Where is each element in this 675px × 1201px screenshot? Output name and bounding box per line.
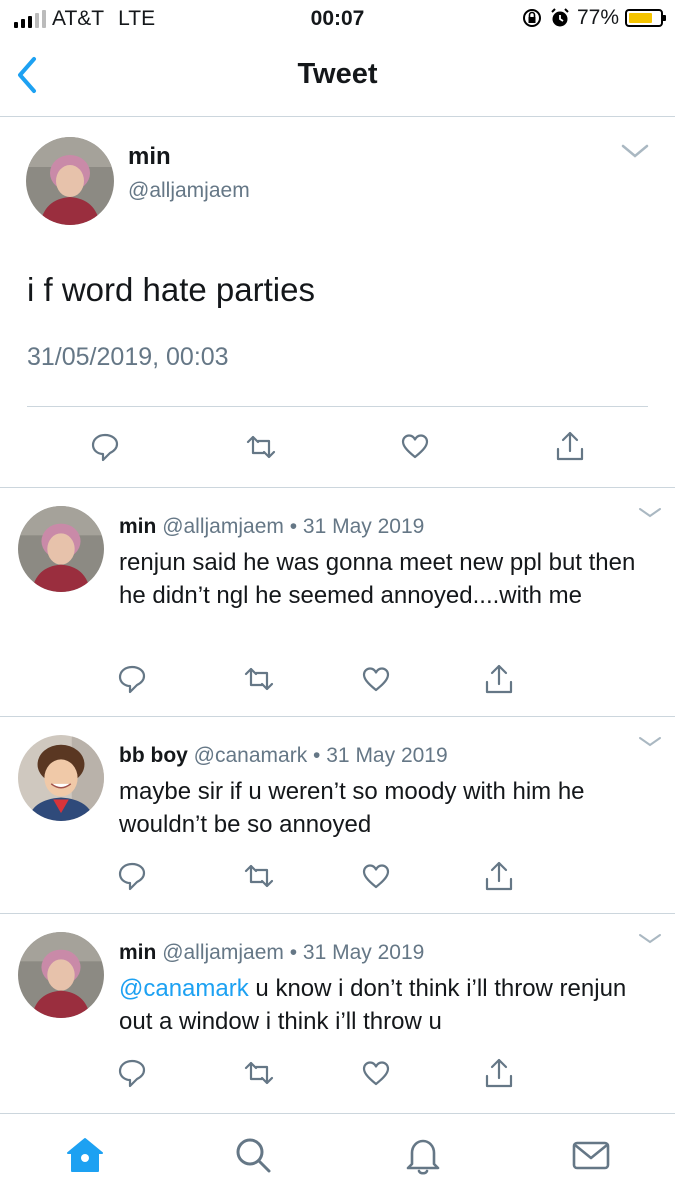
reply-date: 31 May 2019 [326,744,448,767]
reply-icon[interactable] [117,1057,147,1089]
author-handle[interactable]: @canamark [194,744,308,767]
status-bar: AT&T LTE 00:07 77% [0,0,675,38]
status-right: 77% [521,6,666,30]
share-icon[interactable] [483,662,515,696]
retweet-icon[interactable] [242,665,276,693]
chevron-down-icon[interactable] [637,735,663,749]
battery-icon [625,9,666,27]
reply-tweet[interactable]: min @alljamjaem • 31 May 2019 renjun sai… [0,488,675,717]
divider [27,406,648,407]
retweet-icon[interactable] [244,433,278,461]
page-title: Tweet [297,58,378,90]
share-icon[interactable] [554,429,586,463]
avatar[interactable] [26,137,114,225]
reply-text: maybe sir if u weren’t so moody with him… [119,778,585,838]
author-name[interactable]: min [128,143,171,171]
author-handle[interactable]: @alljamjaem [162,941,284,964]
messages-icon[interactable] [570,1134,612,1176]
battery-fill [629,13,652,23]
nav-bar: Tweet [0,38,675,117]
like-icon[interactable] [361,1059,391,1087]
retweet-icon[interactable] [242,1059,276,1087]
rotation-lock-icon [522,9,541,27]
like-icon[interactable] [400,432,430,460]
separator-dot: • [313,744,321,767]
battery-percent: 77% [576,6,619,29]
tweet-timestamp: 31/05/2019, 00:03 [27,343,229,371]
reply-tweet[interactable]: bb boy @canamark • 31 May 2019 maybe sir… [0,717,675,914]
share-icon[interactable] [483,859,515,893]
avatar[interactable] [18,932,104,1018]
reply-text: renjun said he was gonna meet new ppl bu… [119,549,636,609]
separator-dot: • [289,515,298,538]
retweet-icon[interactable] [242,862,276,890]
tab-bar [0,1113,675,1201]
author-name[interactable]: bb boy [119,744,188,767]
author-handle[interactable]: @alljamjaem [128,179,250,203]
author-name[interactable]: min [119,515,156,538]
share-icon[interactable] [483,1056,515,1090]
tweet-actions [0,429,675,469]
reply-header: min @alljamjaem • 31 May 2019 [119,515,424,539]
author-name[interactable]: min [119,941,156,964]
reply-icon[interactable] [117,663,147,695]
author-handle[interactable]: @alljamjaem [162,515,284,538]
avatar[interactable] [18,506,104,592]
reply-icon[interactable] [117,860,147,892]
reply-icon[interactable] [90,431,120,463]
mention-link[interactable]: @canamark [119,975,249,1002]
search-icon[interactable] [232,1134,274,1176]
chevron-down-icon[interactable] [620,141,650,161]
main-tweet: min @alljamjaem i f word hate parties 31… [0,117,675,488]
reply-header: bb boy @canamark • 31 May 2019 [119,744,448,768]
reply-date: 31 May 2019 [302,515,425,538]
avatar[interactable] [18,735,104,821]
home-icon[interactable] [64,1134,106,1176]
reply-text: @canamark u know i don’t think i’ll thro… [119,972,654,1038]
like-icon[interactable] [361,862,391,890]
tweet-text: i f word hate parties [27,271,315,308]
reply-tweet[interactable]: min @alljamjaem • 31 May 2019 @canamark … [0,914,675,1112]
alarm-icon [551,8,569,27]
separator-dot: • [289,941,298,964]
chevron-down-icon[interactable] [637,506,663,520]
like-icon[interactable] [361,665,391,693]
reply-header: min @alljamjaem • 31 May 2019 [119,941,424,965]
reply-date: 31 May 2019 [302,941,425,964]
notifications-icon[interactable] [402,1134,444,1176]
chevron-down-icon[interactable] [637,932,663,946]
